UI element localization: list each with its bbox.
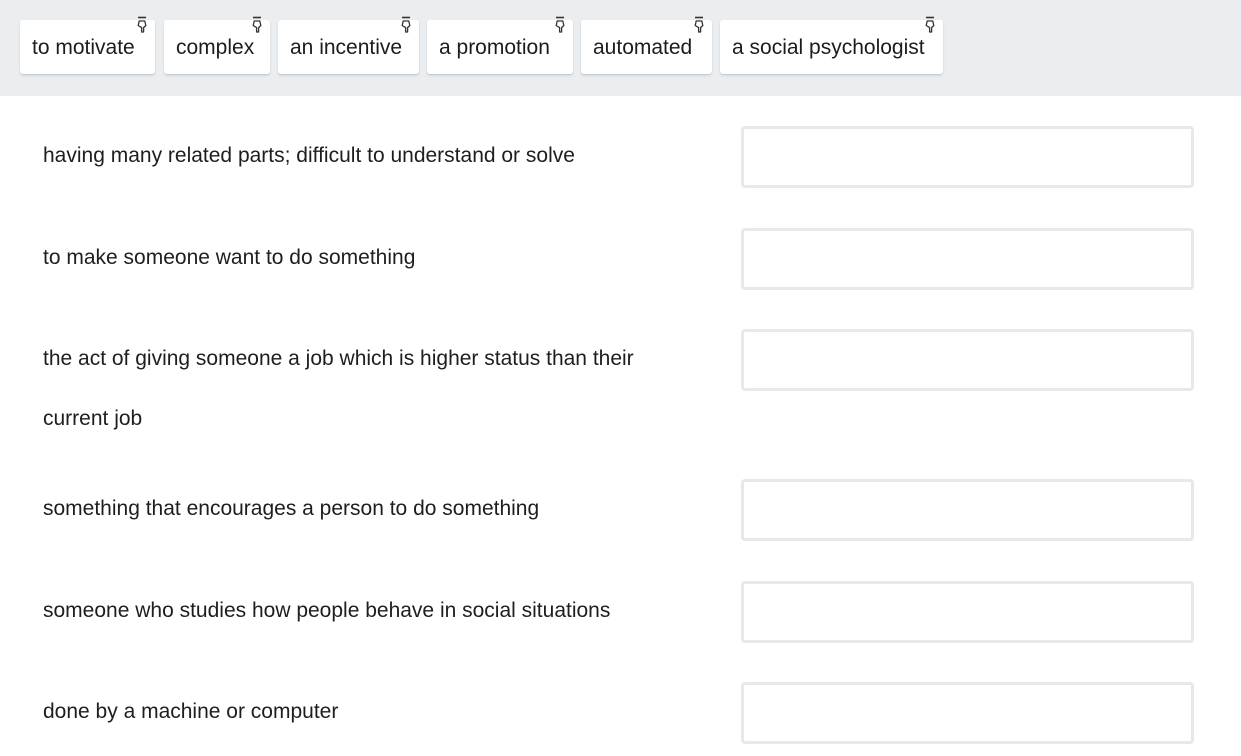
definition-text: something that encourages a person to do… xyxy=(43,497,540,520)
drag-hand-icon xyxy=(692,16,706,34)
word-chip-automated[interactable]: automated xyxy=(581,16,712,74)
definition-text: to make someone want to do something xyxy=(43,246,416,269)
drag-hand-icon xyxy=(399,16,413,34)
word-chip-an-incentive[interactable]: an incentive xyxy=(278,16,419,74)
definition-text: someone who studies how people behave in… xyxy=(43,599,611,622)
definition-text: having many related parts; difficult to … xyxy=(43,144,575,167)
answer-drop-box[interactable] xyxy=(741,329,1194,391)
definition-text: done by a machine or computer xyxy=(43,700,339,723)
word-chip-label: an incentive xyxy=(290,36,403,59)
definition-text: the act of giving someone a job which is… xyxy=(43,347,634,430)
answer-drop-box[interactable] xyxy=(741,479,1194,541)
word-chip-label: a social psychologist xyxy=(732,36,925,59)
drag-hand-icon xyxy=(923,16,937,34)
word-chip-a-social-psychologist[interactable]: a social psychologist xyxy=(720,16,943,74)
drag-hand-icon xyxy=(250,16,264,34)
answer-drop-box[interactable] xyxy=(741,228,1194,290)
answer-drop-box[interactable] xyxy=(741,682,1194,744)
word-chip-a-promotion[interactable]: a promotion xyxy=(427,16,573,74)
drag-hand-icon xyxy=(135,16,149,34)
word-chip-to-motivate[interactable]: to motivate xyxy=(20,16,155,74)
answer-drop-box[interactable] xyxy=(741,581,1194,643)
word-chip-label: automated xyxy=(593,36,693,59)
word-chip-label: a promotion xyxy=(439,36,550,59)
word-chip-label: complex xyxy=(176,36,255,59)
drag-hand-icon xyxy=(553,16,567,34)
word-bank: to motivate complex an incentive a promo… xyxy=(0,0,1241,96)
word-chip-complex[interactable]: complex xyxy=(164,16,270,74)
word-chip-label: to motivate xyxy=(32,36,135,59)
answer-drop-box[interactable] xyxy=(741,126,1194,188)
